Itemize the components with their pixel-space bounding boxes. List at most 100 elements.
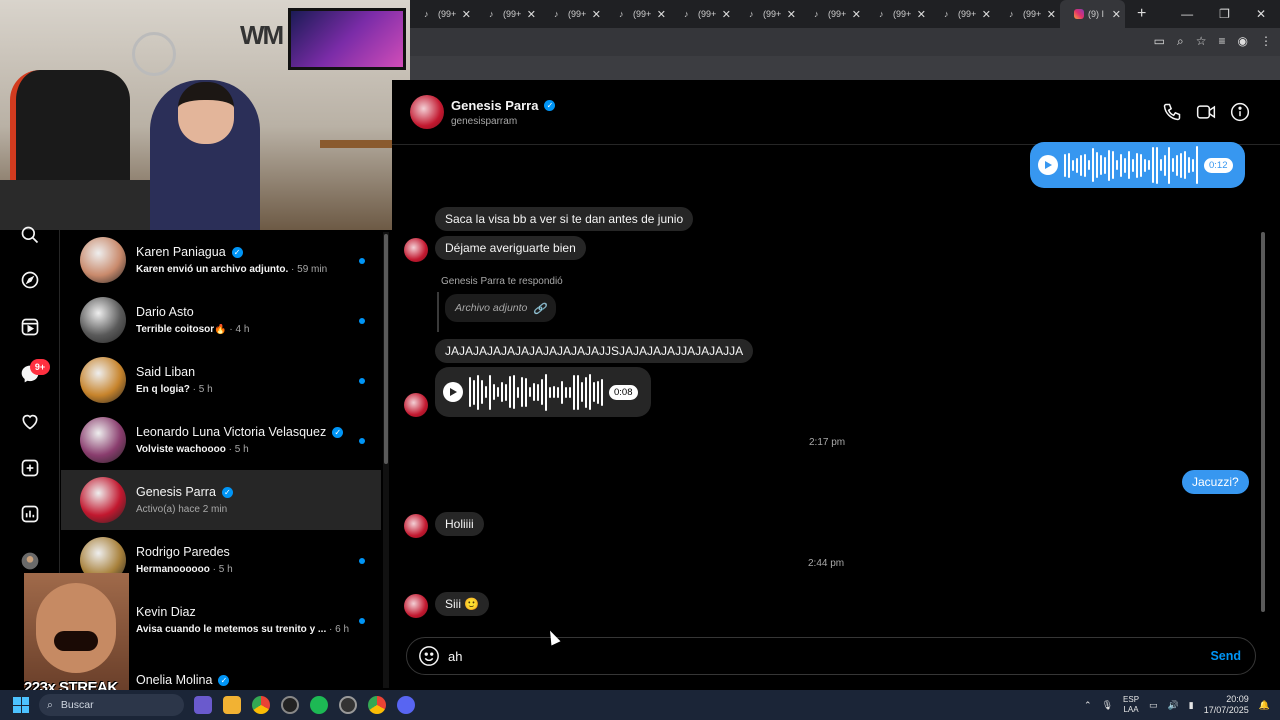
phone-icon[interactable] <box>1162 102 1182 127</box>
chrome-active-icon[interactable] <box>368 696 386 714</box>
volume-icon[interactable]: 🔊 <box>1168 700 1179 711</box>
browser-tab[interactable]: ♪ (99+ ✕ <box>670 0 735 28</box>
sender-avatar[interactable] <box>404 393 428 417</box>
browser-tab[interactable]: ♪ (99+ ✕ <box>410 0 475 28</box>
close-tab-icon[interactable]: ✕ <box>787 8 796 21</box>
play-icon[interactable] <box>443 382 463 402</box>
taskbar-search[interactable]: ⌕ Buscar <box>39 694 184 716</box>
create-icon[interactable] <box>19 457 41 479</box>
browser-tab[interactable]: ♪ (99+ ✕ <box>800 0 865 28</box>
emoji-icon[interactable] <box>418 645 440 667</box>
system-tray: ⌃ 🎙 ESP LAA ▭ 🔊 ▮ 20:09 17/07/2025 🔔 <box>1084 694 1280 716</box>
conversation-row[interactable]: Said Liban En q logia? · 5 h <box>61 350 381 410</box>
browser-tab[interactable]: ♪ (99+ ✕ <box>605 0 670 28</box>
attachment-icon: 🔗 <box>533 302 547 315</box>
taskbar: ⌕ Buscar ⌃ 🎙 ESP LAA ▭ 🔊 ▮ 20:09 17/07/2… <box>0 690 1280 720</box>
conversation-row[interactable]: Karen Paniagua ✓ Karen envió un archivo ad… <box>61 230 381 290</box>
address-bar[interactable]: ▭ ⌕ ☆ ≡ ◉ ⋮ <box>410 28 1280 56</box>
voice-duration: 0:08 <box>609 384 638 400</box>
reels-icon[interactable] <box>19 316 41 338</box>
dashboard-icon[interactable] <box>19 503 41 525</box>
message-input[interactable] <box>448 648 1168 664</box>
chat-name[interactable]: Genesis Parra ✓ <box>451 98 556 113</box>
close-tab-icon[interactable]: ✕ <box>657 8 666 21</box>
restore-icon[interactable]: ❐ <box>1219 7 1230 21</box>
sender-avatar[interactable] <box>404 514 428 538</box>
close-tab-icon[interactable]: ✕ <box>982 8 991 21</box>
info-icon[interactable] <box>1230 102 1250 127</box>
notification-icon[interactable]: 🔔 <box>1259 700 1270 711</box>
file-explorer-icon[interactable] <box>223 696 241 714</box>
discord-icon[interactable] <box>397 696 415 714</box>
close-tab-icon[interactable]: ✕ <box>852 8 861 21</box>
clock[interactable]: 20:09 17/07/2025 <box>1204 694 1249 716</box>
sender-avatar[interactable] <box>404 238 428 262</box>
conversation-time: 4 h <box>235 324 250 335</box>
play-icon[interactable] <box>1038 155 1058 175</box>
video-call-icon[interactable] <box>1196 102 1216 127</box>
explore-icon[interactable] <box>19 269 41 291</box>
battery-icon[interactable]: ▮ <box>1189 700 1194 711</box>
voice-message-outgoing[interactable]: 0:12 <box>1030 142 1245 188</box>
close-tab-icon[interactable]: ✕ <box>1047 8 1056 21</box>
reply-bubble[interactable]: Archivo adjunto 🔗 <box>445 294 557 322</box>
language-indicator[interactable]: ESP LAA <box>1123 695 1139 715</box>
browser-tab[interactable]: ♪ (99+ ✕ <box>735 0 800 28</box>
app-icon[interactable] <box>281 696 299 714</box>
close-tab-icon[interactable]: ✕ <box>722 8 731 21</box>
waveform-bar <box>549 386 551 398</box>
new-tab-button[interactable]: + <box>1137 5 1146 23</box>
waveform-bar <box>565 386 567 398</box>
conversation-row[interactable]: Dario Asto Terrible coitosor🔥 · 4 h <box>61 290 381 350</box>
heart-icon[interactable] <box>19 410 41 432</box>
waveform-bar <box>1148 160 1150 170</box>
instagram-icon <box>1074 9 1084 19</box>
network-icon[interactable]: ▭ <box>1149 700 1158 711</box>
bookmark-star-icon[interactable]: ☆ <box>1196 34 1207 49</box>
close-window-icon[interactable]: ✕ <box>1256 7 1266 21</box>
chat-avatar[interactable] <box>410 95 444 129</box>
search-icon[interactable] <box>19 224 41 246</box>
close-tab-icon[interactable]: ✕ <box>592 8 601 21</box>
chat-name-text: Genesis Parra <box>451 98 539 113</box>
send-button[interactable]: Send <box>1210 649 1241 663</box>
conversation-text: Rodrigo Paredes Hermanoooooo · 5 h <box>136 545 356 575</box>
close-tab-icon[interactable]: ✕ <box>917 8 926 21</box>
screen: ♪ (99+ ✕ ♪ (99+ ✕ ♪ (99+ ✕ ♪ (99+ ✕ ♪ (99+ ✕ ♪ (99+ ✕ ♪ (99… <box>0 0 1280 720</box>
profile-icon[interactable]: ◉ <box>1238 34 1248 49</box>
close-tab-icon[interactable]: ✕ <box>527 8 536 21</box>
microphone-icon[interactable]: 🎙 <box>1102 700 1113 711</box>
voice-message-incoming[interactable]: 0:08 <box>435 367 651 417</box>
close-tab-icon[interactable]: ✕ <box>1112 8 1121 21</box>
conversation-row[interactable]: Leonardo Luna Victoria Velasquez ✓ Volvist… <box>61 410 381 470</box>
spotify-icon[interactable] <box>310 696 328 714</box>
sender-avatar[interactable] <box>404 594 428 618</box>
windows-start-icon[interactable] <box>13 697 29 713</box>
tiktok-icon: ♪ <box>619 9 624 19</box>
browser-tab[interactable]: ♪ (99+ ✕ <box>865 0 930 28</box>
conversation-text: Leonardo Luna Victoria Velasquez ✓ Volvist… <box>136 425 356 455</box>
separator-dot: · <box>209 564 219 575</box>
profile-avatar-icon[interactable] <box>19 550 41 572</box>
zoom-icon[interactable]: ⌕ <box>1177 34 1184 49</box>
waveform-bar <box>1076 157 1078 173</box>
browser-tab[interactable]: ♪ (99+ ✕ <box>475 0 540 28</box>
minimize-icon[interactable]: — <box>1181 7 1193 21</box>
conversation-row[interactable]: Genesis Parra ✓ Activo(a) hace 2 min <box>61 470 381 530</box>
conversation-list-scroll-thumb[interactable] <box>384 234 388 464</box>
browser-tab[interactable]: ♪ (99+ ✕ <box>995 0 1060 28</box>
browser-tab[interactable]: (9) I ✕ <box>1060 0 1125 28</box>
waveform-bar <box>477 374 479 410</box>
chrome-icon[interactable] <box>252 696 270 714</box>
close-tab-icon[interactable]: ✕ <box>462 8 471 21</box>
media-icon[interactable]: ≡ <box>1219 34 1226 49</box>
chat-scroll-thumb[interactable] <box>1261 232 1265 612</box>
browser-tab[interactable]: ♪ (99+ ✕ <box>540 0 605 28</box>
menu-icon[interactable]: ⋮ <box>1260 34 1272 49</box>
conversation-preview: Volviste wachoooo · 5 h <box>136 444 356 455</box>
chevron-up-icon[interactable]: ⌃ <box>1084 700 1092 711</box>
browser-tab[interactable]: ♪ (99+ ✕ <box>930 0 995 28</box>
cast-icon[interactable]: ▭ <box>1154 34 1165 49</box>
widgets-icon[interactable] <box>194 696 212 714</box>
obs-icon[interactable] <box>339 696 357 714</box>
